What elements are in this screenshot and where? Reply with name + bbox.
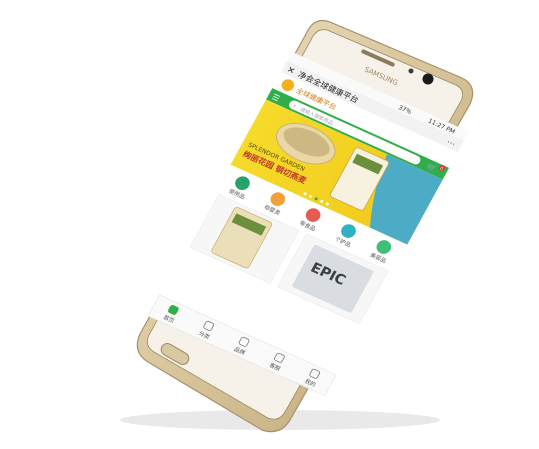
sensor-icon [408, 68, 414, 74]
product-photo: SAMSUNG 37% 11:27 PM ✕ 净会全球健康平台 ⋯ 全球健康平台… [0, 0, 539, 445]
front-camera-icon [422, 73, 434, 85]
phone-illustration: SAMSUNG 37% 11:27 PM ✕ 净会全球健康平台 ⋯ 全球健康平台… [120, 19, 474, 433]
